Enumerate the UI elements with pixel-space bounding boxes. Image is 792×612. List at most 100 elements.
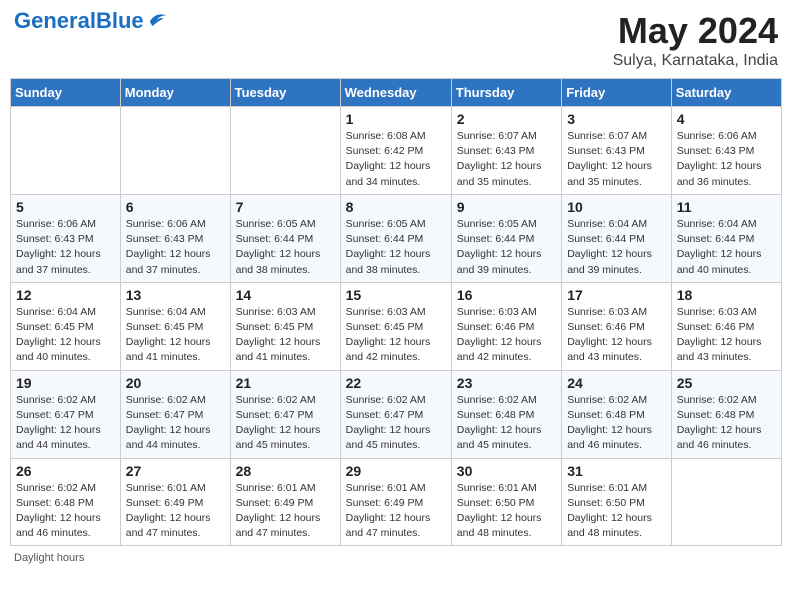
table-row: 31Sunrise: 6:01 AMSunset: 6:50 PMDayligh… [562, 458, 672, 546]
day-info: Sunrise: 6:08 AMSunset: 6:42 PMDaylight:… [346, 129, 446, 190]
day-info: Sunrise: 6:02 AMSunset: 6:48 PMDaylight:… [567, 393, 666, 454]
table-row: 4 Sunrise: 6:06 AMSunset: 6:43 PMDaylight… [671, 107, 781, 195]
header-sunday: Sunday [11, 79, 121, 107]
table-row: 11 Sunrise: 6:04 AMSunset: 6:44 PMDayligh… [671, 194, 781, 282]
day-number: 22 [346, 375, 446, 391]
day-info: Sunrise: 6:01 AMSunset: 6:49 PMDaylight:… [126, 481, 225, 542]
day-number: 25 [677, 375, 776, 391]
day-number: 21 [236, 375, 335, 391]
header-tuesday: Tuesday [230, 79, 340, 107]
day-number: 5 [16, 199, 115, 215]
day-info: Sunrise: 6:02 AMSunset: 6:48 PMDaylight:… [677, 393, 776, 454]
day-info: Sunrise: 6:03 AMSunset: 6:46 PMDaylight:… [457, 305, 556, 366]
day-number: 31 [567, 463, 666, 479]
day-info: Sunrise: 6:01 AMSunset: 6:50 PMDaylight:… [457, 481, 556, 542]
day-number: 10 [567, 199, 666, 215]
table-row: 1 Sunrise: 6:08 AMSunset: 6:42 PMDaylight… [340, 107, 451, 195]
day-number: 23 [457, 375, 556, 391]
day-number: 1 [346, 111, 446, 127]
calendar-title: May 2024 [613, 10, 778, 52]
day-info: Sunrise: 6:02 AMSunset: 6:47 PMDaylight:… [126, 393, 225, 454]
table-row: 23 Sunrise: 6:02 AMSunset: 6:48 PMDayligh… [451, 370, 561, 458]
table-row: 7 Sunrise: 6:05 AMSunset: 6:44 PMDaylight… [230, 194, 340, 282]
calendar-header: Sunday Monday Tuesday Wednesday Thursday… [11, 79, 782, 107]
day-info: Sunrise: 6:04 AMSunset: 6:45 PMDaylight:… [16, 305, 115, 366]
header-thursday: Thursday [451, 79, 561, 107]
day-info: Sunrise: 6:03 AMSunset: 6:46 PMDaylight:… [677, 305, 776, 366]
table-row: 28Sunrise: 6:01 AMSunset: 6:49 PMDayligh… [230, 458, 340, 546]
table-row [671, 458, 781, 546]
table-row: 17 Sunrise: 6:03 AMSunset: 6:46 PMDayligh… [562, 282, 672, 370]
table-row: 21Sunrise: 6:02 AMSunset: 6:47 PMDayligh… [230, 370, 340, 458]
table-row [230, 107, 340, 195]
table-row: 29Sunrise: 6:01 AMSunset: 6:49 PMDayligh… [340, 458, 451, 546]
day-number: 2 [457, 111, 556, 127]
table-row: 9 Sunrise: 6:05 AMSunset: 6:44 PMDaylight… [451, 194, 561, 282]
page-container: GeneralBlue May 2024 Sulya, Karnataka, I… [10, 10, 782, 564]
day-number: 24 [567, 375, 666, 391]
day-info: Sunrise: 6:02 AMSunset: 6:47 PMDaylight:… [346, 393, 446, 454]
table-row: 22 Sunrise: 6:02 AMSunset: 6:47 PMDayligh… [340, 370, 451, 458]
day-number: 7 [236, 199, 335, 215]
calendar-body: 1 Sunrise: 6:08 AMSunset: 6:42 PMDaylight… [11, 107, 782, 546]
day-number: 17 [567, 287, 666, 303]
table-row: 10 Sunrise: 6:04 AMSunset: 6:44 PMDayligh… [562, 194, 672, 282]
logo-bird-icon [147, 8, 169, 30]
day-info: Sunrise: 6:03 AMSunset: 6:45 PMDaylight:… [236, 305, 335, 366]
table-row: 12Sunrise: 6:04 AMSunset: 6:45 PMDayligh… [11, 282, 121, 370]
day-info: Sunrise: 6:07 AMSunset: 6:43 PMDaylight:… [457, 129, 556, 190]
day-number: 19 [16, 375, 115, 391]
table-row: 20 Sunrise: 6:02 AMSunset: 6:47 PMDayligh… [120, 370, 230, 458]
day-info: Sunrise: 6:07 AMSunset: 6:43 PMDaylight:… [567, 129, 666, 190]
day-number: 11 [677, 199, 776, 215]
table-row [11, 107, 121, 195]
calendar-table: Sunday Monday Tuesday Wednesday Thursday… [10, 78, 782, 546]
day-info: Sunrise: 6:03 AMSunset: 6:46 PMDaylight:… [567, 305, 666, 366]
day-number: 4 [677, 111, 776, 127]
day-info: Sunrise: 6:05 AMSunset: 6:44 PMDaylight:… [457, 217, 556, 278]
table-row: 14Sunrise: 6:03 AMSunset: 6:45 PMDayligh… [230, 282, 340, 370]
header: GeneralBlue May 2024 Sulya, Karnataka, I… [10, 10, 782, 70]
day-info: Sunrise: 6:05 AMSunset: 6:44 PMDaylight:… [346, 217, 446, 278]
day-number: 30 [457, 463, 556, 479]
table-row: 27 Sunrise: 6:01 AMSunset: 6:49 PMDayligh… [120, 458, 230, 546]
day-info: Sunrise: 6:06 AMSunset: 6:43 PMDaylight:… [126, 217, 225, 278]
header-monday: Monday [120, 79, 230, 107]
day-info: Sunrise: 6:04 AMSunset: 6:44 PMDaylight:… [677, 217, 776, 278]
table-row: 16Sunrise: 6:03 AMSunset: 6:46 PMDayligh… [451, 282, 561, 370]
day-info: Sunrise: 6:04 AMSunset: 6:45 PMDaylight:… [126, 305, 225, 366]
logo-blue: Blue [96, 8, 144, 33]
day-info: Sunrise: 6:02 AMSunset: 6:48 PMDaylight:… [457, 393, 556, 454]
day-info: Sunrise: 6:05 AMSunset: 6:44 PMDaylight:… [236, 217, 335, 278]
day-info: Sunrise: 6:02 AMSunset: 6:48 PMDaylight:… [16, 481, 115, 542]
day-number: 26 [16, 463, 115, 479]
table-row: 26 Sunrise: 6:02 AMSunset: 6:48 PMDayligh… [11, 458, 121, 546]
logo: GeneralBlue [14, 10, 169, 32]
table-row: 25 Sunrise: 6:02 AMSunset: 6:48 PMDayligh… [671, 370, 781, 458]
day-info: Sunrise: 6:03 AMSunset: 6:45 PMDaylight:… [346, 305, 446, 366]
day-number: 20 [126, 375, 225, 391]
title-block: May 2024 Sulya, Karnataka, India [613, 10, 778, 70]
day-number: 13 [126, 287, 225, 303]
table-row [120, 107, 230, 195]
header-wednesday: Wednesday [340, 79, 451, 107]
day-number: 3 [567, 111, 666, 127]
table-row: 3 Sunrise: 6:07 AMSunset: 6:43 PMDaylight… [562, 107, 672, 195]
footer: Daylight hours [10, 552, 782, 564]
table-row: 2 Sunrise: 6:07 AMSunset: 6:43 PMDaylight… [451, 107, 561, 195]
footer-text: Daylight hours [14, 552, 84, 564]
day-number: 15 [346, 287, 446, 303]
day-number: 9 [457, 199, 556, 215]
day-info: Sunrise: 6:02 AMSunset: 6:47 PMDaylight:… [16, 393, 115, 454]
day-number: 8 [346, 199, 446, 215]
day-info: Sunrise: 6:06 AMSunset: 6:43 PMDaylight:… [16, 217, 115, 278]
calendar-subtitle: Sulya, Karnataka, India [613, 52, 778, 70]
table-row: 13 Sunrise: 6:04 AMSunset: 6:45 PMDayligh… [120, 282, 230, 370]
day-number: 29 [346, 463, 446, 479]
day-info: Sunrise: 6:06 AMSunset: 6:43 PMDaylight:… [677, 129, 776, 190]
day-info: Sunrise: 6:04 AMSunset: 6:44 PMDaylight:… [567, 217, 666, 278]
day-number: 27 [126, 463, 225, 479]
table-row: 8 Sunrise: 6:05 AMSunset: 6:44 PMDaylight… [340, 194, 451, 282]
table-row: 15 Sunrise: 6:03 AMSunset: 6:45 PMDayligh… [340, 282, 451, 370]
day-number: 18 [677, 287, 776, 303]
